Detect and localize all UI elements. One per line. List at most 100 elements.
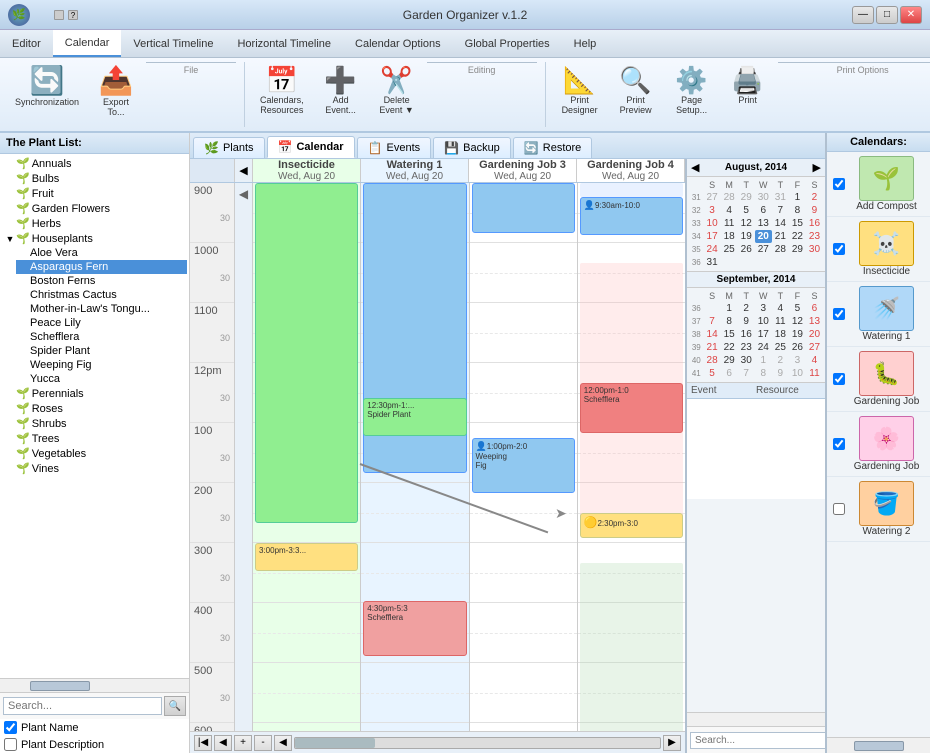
right-search-input[interactable] xyxy=(690,732,825,749)
menu-editor[interactable]: Editor xyxy=(0,30,53,57)
sep-14[interactable]: 14 xyxy=(704,328,721,341)
event-gardening4-230[interactable]: 🟡2:30pm-3:0 xyxy=(580,513,683,538)
sep-15[interactable]: 15 xyxy=(721,328,738,341)
tab-restore[interactable]: 🔄 Restore xyxy=(513,137,592,158)
sidebar-item-herbs[interactable]: 🌱 Herbs xyxy=(2,216,187,231)
sep-20[interactable]: 20 xyxy=(806,328,823,341)
sep-5[interactable]: 5 xyxy=(789,302,806,315)
tab-events[interactable]: 📋 Events xyxy=(357,137,432,158)
cal-checkbox-insecticide[interactable] xyxy=(833,243,845,255)
sep-11[interactable]: 11 xyxy=(772,315,789,328)
sep-3[interactable]: 3 xyxy=(755,302,772,315)
page-setup-button[interactable]: ⚙️ PageSetup... xyxy=(666,62,718,120)
d-29b[interactable]: 29 xyxy=(789,243,806,256)
sep-9[interactable]: 9 xyxy=(738,315,755,328)
calendar-item-insecticide[interactable]: ☠️ Insecticide xyxy=(827,217,930,282)
d-31b[interactable]: 31 xyxy=(704,256,721,269)
right-scroll-thumb[interactable] xyxy=(854,741,904,751)
left-search-input[interactable] xyxy=(3,697,162,715)
right-panel-scrollbar[interactable] xyxy=(827,737,930,753)
delete-event-button[interactable]: ✂️ DeleteEvent ▼ xyxy=(371,62,423,120)
d-11[interactable]: 11 xyxy=(721,217,738,230)
print-preview-button[interactable]: 🔍 PrintPreview xyxy=(610,62,662,120)
plant-description-checkbox[interactable] xyxy=(4,738,17,751)
d-9[interactable]: 9 xyxy=(806,204,823,217)
minimize-button[interactable]: — xyxy=(852,6,874,24)
calendars-resources-button[interactable]: 📅 Calendars,Resources xyxy=(253,62,311,120)
cal-checkbox-gardening2[interactable] xyxy=(833,438,845,450)
sep-27[interactable]: 27 xyxy=(806,341,823,354)
d-16[interactable]: 16 xyxy=(806,217,823,230)
d-12[interactable]: 12 xyxy=(738,217,755,230)
menu-global-properties[interactable]: Global Properties xyxy=(453,30,562,57)
sep-24[interactable]: 24 xyxy=(755,341,772,354)
add-event-button[interactable]: ➕ AddEvent... xyxy=(315,62,367,120)
right-hscroll[interactable] xyxy=(687,712,825,726)
sep-6b[interactable]: 6 xyxy=(721,367,738,380)
menu-calendar[interactable]: Calendar xyxy=(53,30,122,57)
sidebar-item-weeping-fig[interactable]: Weeping Fig xyxy=(16,358,187,372)
sidebar-item-perennials[interactable]: 🌱 Perennials xyxy=(2,386,187,401)
sep-1[interactable]: 1 xyxy=(721,302,738,315)
cal-checkbox-watering1[interactable] xyxy=(833,308,845,320)
sep-29[interactable]: 29 xyxy=(721,354,738,367)
d-31[interactable]: 31 xyxy=(772,191,789,204)
d-26[interactable]: 26 xyxy=(738,243,755,256)
print-button[interactable]: 🖨️ Print xyxy=(722,62,774,110)
cal-checkbox-watering2[interactable] xyxy=(833,503,845,515)
d-24[interactable]: 24 xyxy=(704,243,721,256)
event-gardening4-schefflera[interactable]: 12:00pm-1:0Schefflera xyxy=(580,383,683,433)
tab-plants[interactable]: 🌿 Plants xyxy=(193,137,265,158)
sep-10[interactable]: 10 xyxy=(755,315,772,328)
nav-scroll-right[interactable]: ▶ xyxy=(663,735,681,751)
calendar-item-watering1[interactable]: 🚿 Watering 1 xyxy=(827,282,930,347)
event-gardening4-930[interactable]: 👤9:30am-10:0 xyxy=(580,197,683,235)
sidebar-item-vines[interactable]: 🌱 Vines xyxy=(2,461,187,476)
menu-calendar-options[interactable]: Calendar Options xyxy=(343,30,453,57)
sidebar-item-mother-tongue[interactable]: Mother-in-Law's Tongu... xyxy=(16,302,187,316)
event-schefflera-watering[interactable]: 4:30pm-5:3Schefflera xyxy=(363,601,466,656)
quick-access-1[interactable] xyxy=(54,10,64,20)
sidebar-item-shrubs[interactable]: 🌱 Shrubs xyxy=(2,416,187,431)
calendar-item-watering2[interactable]: 🪣 Watering 2 xyxy=(827,477,930,542)
tab-backup[interactable]: 💾 Backup xyxy=(433,137,511,158)
sidebar-item-christmas-cactus[interactable]: Christmas Cactus xyxy=(16,288,187,302)
sidebar-item-annuals[interactable]: 🌱 Annuals xyxy=(2,156,187,171)
d-30[interactable]: 30 xyxy=(755,191,772,204)
calendar-item-gardening-job2[interactable]: 🌸 Gardening Job xyxy=(827,412,930,477)
d-10[interactable]: 10 xyxy=(704,217,721,230)
d-18[interactable]: 18 xyxy=(721,230,738,243)
cal-checkbox-add-compost[interactable] xyxy=(833,178,845,190)
nav-scroll-left[interactable]: ◀ xyxy=(274,735,292,751)
sep-28[interactable]: 28 xyxy=(704,354,721,367)
d-19[interactable]: 19 xyxy=(738,230,755,243)
event-gardening3-top[interactable] xyxy=(472,183,575,233)
sidebar-item-fruit[interactable]: 🌱 Fruit xyxy=(2,186,187,201)
sep-8[interactable]: 8 xyxy=(721,315,738,328)
sep-6[interactable]: 6 xyxy=(806,302,823,315)
sidebar-item-aloe-vera[interactable]: Aloe Vera xyxy=(16,246,187,260)
sep-18[interactable]: 18 xyxy=(772,328,789,341)
sep-17[interactable]: 17 xyxy=(755,328,772,341)
sidebar-item-bulbs[interactable]: 🌱 Bulbs xyxy=(2,171,187,186)
aug-next[interactable]: ▶ xyxy=(813,161,821,174)
sep-11b[interactable]: 11 xyxy=(806,367,823,380)
left-hscroll[interactable] xyxy=(0,678,189,692)
sidebar-item-garden-flowers[interactable]: 🌱 Garden Flowers xyxy=(2,201,187,216)
d-27b[interactable]: 27 xyxy=(755,243,772,256)
d-20-today[interactable]: 20 xyxy=(755,230,772,243)
sidebar-item-boston-ferns[interactable]: Boston Ferns xyxy=(16,274,187,288)
sep-12[interactable]: 12 xyxy=(789,315,806,328)
nav-add[interactable]: + xyxy=(234,735,252,751)
sep-26[interactable]: 26 xyxy=(789,341,806,354)
nav-prev[interactable]: ◀ xyxy=(214,735,232,751)
d-5[interactable]: 5 xyxy=(738,204,755,217)
sep-19[interactable]: 19 xyxy=(789,328,806,341)
d-17[interactable]: 17 xyxy=(704,230,721,243)
d-7[interactable]: 7 xyxy=(772,204,789,217)
d-28b[interactable]: 28 xyxy=(772,243,789,256)
sidebar-item-houseplants[interactable]: ▼ 🌱 Houseplants xyxy=(2,231,187,246)
nav-left-col[interactable]: ◀ xyxy=(235,183,253,731)
hscroll-track[interactable] xyxy=(294,737,661,749)
event-insecticide-3pm[interactable]: 3:00pm-3:3... xyxy=(255,543,358,571)
